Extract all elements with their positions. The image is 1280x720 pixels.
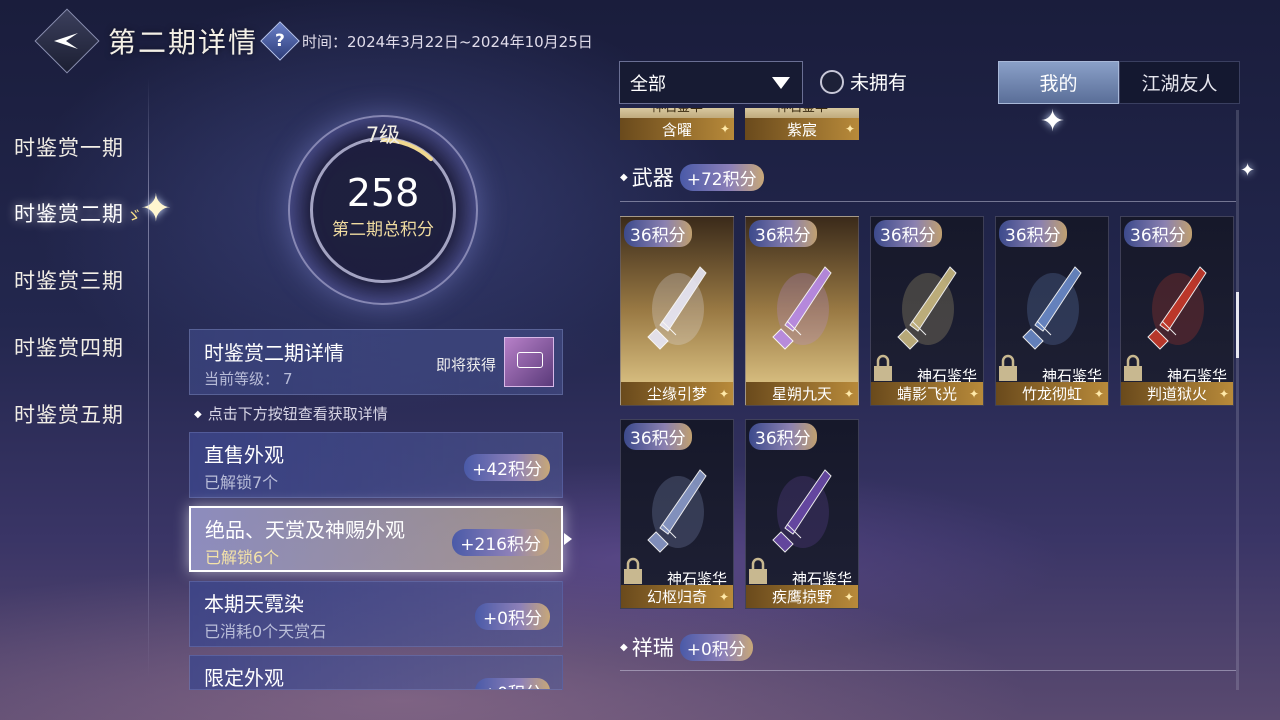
nav-item-period-1[interactable]: 时鉴赏一期 [14,132,124,162]
category-dye[interactable]: 本期天霓染 已消耗0个天赏石 +0积分 [189,581,563,647]
points-badge: +0积分 [679,633,753,661]
points-badge: +0积分 [474,603,550,630]
lock-icon [874,354,892,381]
item-name: 蜻影飞光 [871,382,983,405]
sparkle-decoration: ✦ [1240,160,1256,181]
upcoming-reward-thumbnail[interactable] [504,337,554,387]
tab-friends[interactable]: 江湖友人 [1119,61,1240,104]
back-arrow-icon [54,33,78,49]
item-name: 尘缘引梦 [621,382,733,405]
dropdown-arrow-icon [772,77,790,89]
total-score: 258 [346,171,420,215]
tab-mine[interactable]: 我的 [998,61,1119,104]
scrollbar-thumb[interactable] [1236,292,1239,358]
filter-dropdown[interactable]: 全部 [619,61,803,104]
weapon-card[interactable]: 36积分 神石鉴华 判道狱火 [1120,216,1234,406]
category-premium-outfits[interactable]: 绝品、天赏及神赐外观 已解锁6个 +216积分 [189,506,563,572]
unowned-toggle[interactable]: 未拥有 [820,68,907,95]
category-title: 绝品、天赏及神赐外观 [205,518,405,542]
category-direct-sale[interactable]: 直售外观 已解锁7个 +42积分 [189,432,563,498]
bullet-icon: ◆ [620,171,628,183]
points-badge: 36积分 [874,220,942,247]
weapon-art-icon [1022,266,1082,350]
category-limited[interactable]: 限定外观 +0积分 [189,655,563,690]
lock-icon [624,557,642,584]
nav-item-period-5[interactable]: 时鉴赏五期 [14,399,124,429]
nav-item-period-2[interactable]: 时鉴赏二期ゞ [14,198,143,228]
weapon-card[interactable]: 36积分尘缘引梦 [620,216,734,406]
level-label: 7级 [365,123,401,147]
item-name: 幻枢归奇 [621,585,733,608]
weapon-art-icon [897,266,957,350]
back-button[interactable] [34,8,100,74]
item-name: 含曜 [620,118,734,140]
points-badge: 36积分 [749,423,817,450]
category-subtitle: 已解锁7个 [204,473,279,492]
help-icon[interactable]: ? [260,21,300,61]
weapon-card[interactable]: 36积分 神石鉴华 蜻影飞光 [870,216,984,406]
weapon-card[interactable]: 36积分 神石鉴华 竹龙彻虹 [995,216,1109,406]
weapon-art-icon [647,266,707,350]
section-title: 武器 [631,166,674,190]
side-divider [148,78,149,678]
category-title: 本期天霓染 [204,592,304,616]
current-level: 当前等级： 7 [204,370,293,388]
weapon-card[interactable]: 36积分 神石鉴华 幻枢归奇 [620,419,734,609]
item-name: 疾鹰掠野 [746,585,858,608]
points-badge: +72积分 [679,163,764,191]
hint-text: ◆ 点击下方按钮查看获取详情 [194,405,388,423]
item-name: 星朔九天 [746,382,858,405]
lock-icon [999,354,1017,381]
item-card-partial[interactable]: 神石鉴华 紫宸 [745,108,859,140]
points-badge: +42积分 [464,454,550,481]
date-range: 时间：2024年3月22日~2024年10月25日 [302,32,593,51]
lock-icon [749,557,767,584]
detail-title: 时鉴赏二期详情 [204,341,344,365]
section-auspicious: ◆ 祥瑞 +0积分 [620,632,753,662]
item-name: 竹龙彻虹 [996,382,1108,405]
active-marker-icon: ゞ [126,206,144,225]
section-divider [620,670,1236,671]
category-title: 限定外观 [204,666,284,690]
points-badge: +216积分 [452,529,549,556]
weapon-art-icon [647,469,707,553]
section-title: 祥瑞 [631,636,674,660]
points-badge: +0积分 [474,678,550,689]
lock-icon [1124,354,1142,381]
points-badge: 36积分 [624,423,692,450]
header: 第二期详情 ? 时间：2024年3月22日~2024年10月25日 [34,8,593,74]
weapon-art-icon [1147,266,1207,350]
nav-item-period-4[interactable]: 时鉴赏四期 [14,332,124,362]
bullet-icon: ◆ [620,641,628,653]
category-title: 直售外观 [204,443,284,467]
bullet-icon: ◆ [194,409,202,420]
page-title: 第二期详情 [108,26,259,59]
points-badge: 36积分 [749,220,817,247]
item-card-partial[interactable]: 神石鉴华 含曜 [620,108,734,140]
sparkle-decoration: ✦ [1040,104,1066,139]
section-weapon: ◆ 武器 +72积分 [620,162,764,192]
weapon-card[interactable]: 36积分星朔九天 [745,216,859,406]
selected-pointer-icon [564,533,572,545]
item-name: 判道狱火 [1121,382,1233,405]
points-badge: 36积分 [624,220,692,247]
section-divider [620,201,1236,202]
category-subtitle: 已消耗0个天赏石 [204,622,327,641]
total-score-label: 第二期总积分 [332,220,434,240]
radio-circle[interactable] [820,69,844,94]
upcoming-reward-label: 即将获得 [435,356,496,374]
weapon-art-icon [772,469,832,553]
period-detail-card[interactable]: 时鉴赏二期详情 当前等级： 7 即将获得 [189,329,563,395]
nav-item-period-3[interactable]: 时鉴赏三期 [14,265,124,295]
points-badge: 36积分 [1124,220,1192,247]
scrollbar-track[interactable] [1236,110,1239,690]
points-badge: 36积分 [999,220,1067,247]
sparkle-decoration: ✦ [140,186,172,230]
score-ring: 7级 258 第二期总积分 [288,115,478,305]
item-name: 紫宸 [745,118,859,140]
weapon-card[interactable]: 36积分 神石鉴华 疾鹰掠野 [745,419,859,609]
category-subtitle: 已解锁6个 [205,548,280,567]
weapon-art-icon [772,266,832,350]
